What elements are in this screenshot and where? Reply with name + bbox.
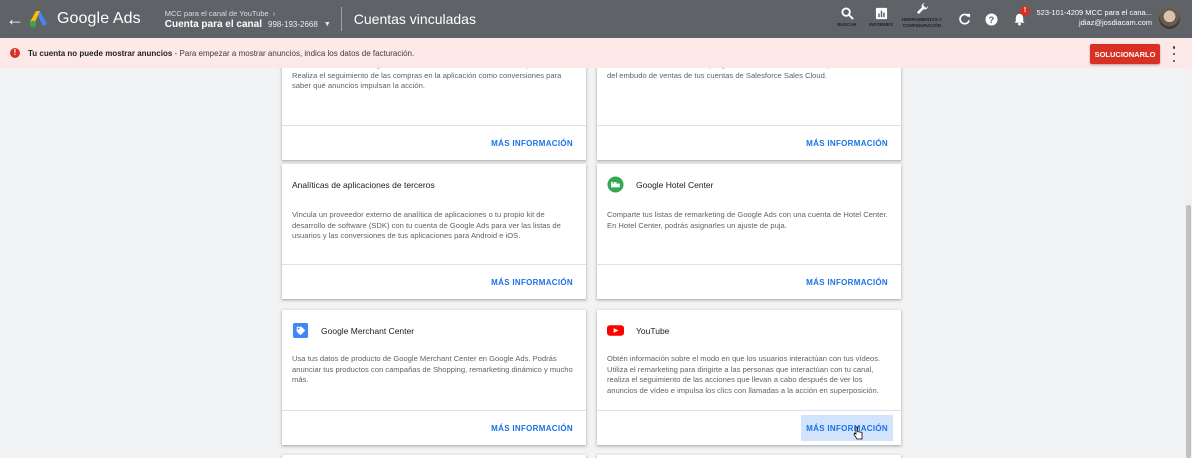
card-title: Google Merchant Center — [321, 325, 415, 336]
billing-alert-banner: ! Tu cuenta no puede mostrar anuncios - … — [0, 38, 1192, 68]
more-info-link[interactable]: MÁS INFORMACIÓN — [486, 269, 578, 295]
account-id: 998-193-2668 — [268, 19, 318, 29]
tools-settings-label: HERRAMIENTAS Y CONFIGURACIÓN — [901, 17, 943, 28]
google-ads-logo-icon — [29, 11, 47, 28]
card-app-analytics: Crea listas de remarketing en función de… — [282, 68, 586, 160]
youtube-icon — [607, 322, 624, 339]
card-description: Usa tus datos de producto de Google Merc… — [292, 354, 573, 385]
banner-message-bold: Tu cuenta no puede mostrar anuncios — [28, 48, 173, 58]
card-description: Obtén información sobre el modo en que l… — [607, 354, 881, 395]
user-account-info[interactable]: 523-101-4209 MCC para el cana... jdiaz@j… — [1030, 8, 1153, 28]
card-description: Comparte tus listas de remarketing de Go… — [607, 210, 888, 230]
banner-message: Tu cuenta no puede mostrar anuncios - Pa… — [28, 49, 414, 58]
toolbar-actions: BUSCAR INFORMES HERRAMIENTAS Y CONFIGURA… — [830, 0, 946, 38]
error-icon: ! — [10, 48, 20, 58]
reports-label: INFORMES — [869, 22, 893, 27]
more-info-link[interactable]: MÁS INFORMACIÓN — [486, 415, 578, 441]
google-ads-logo[interactable]: Google Ads — [29, 10, 141, 28]
search-icon — [840, 7, 854, 20]
card-footer: MÁS INFORMACIÓN — [597, 264, 901, 299]
card-description: Vincula un proveedor externo de analític… — [292, 210, 561, 241]
more-info-link[interactable]: MÁS INFORMACIÓN — [801, 130, 893, 156]
logo-text: Google Ads — [57, 10, 141, 27]
card-description: Mide las conversiones offline que genera… — [607, 68, 889, 80]
card-third-party-app-analytics: Analíticas de aplicaciones de terceros V… — [282, 164, 586, 299]
more-vert-icon[interactable] — [1171, 46, 1177, 62]
more-info-link[interactable]: MÁS INFORMACIÓN — [801, 269, 893, 295]
card-youtube: YouTube Obtén información sobre el modo … — [597, 310, 901, 445]
card-description: Crea listas de remarketing en función de… — [292, 68, 562, 91]
linked-accounts-list[interactable]: Crea listas de remarketing en función de… — [0, 68, 1192, 458]
search-label: BUSCAR — [837, 22, 857, 27]
tools-settings-button[interactable]: HERRAMIENTAS Y CONFIGURACIÓN — [898, 0, 946, 29]
banner-message-text: - Para empezar a mostrar anuncios, indic… — [172, 48, 415, 58]
card-salesforce: Mide las conversiones offline que genera… — [597, 68, 901, 160]
avatar[interactable] — [1159, 8, 1180, 29]
account-switcher[interactable]: MCC para el canal de YouTube › Cuenta pa… — [165, 9, 331, 30]
card-google-merchant-center: Google Merchant Center Usa tus datos de … — [282, 310, 586, 445]
merchant-center-icon — [292, 322, 309, 339]
page-title: Cuentas vinculadas — [353, 11, 476, 27]
more-info-link[interactable]: MÁS INFORMACIÓN — [801, 415, 893, 441]
notification-badge: ! — [1020, 6, 1030, 16]
account-name: Cuenta para el canal — [164, 18, 262, 30]
user-account-line: 523-101-4209 MCC para el cana... — [1036, 8, 1153, 17]
reports-button[interactable]: INFORMES — [864, 0, 898, 28]
chevron-right-icon: › — [272, 8, 276, 18]
card-google-hotel-center: Google Hotel Center Comparte tus listas … — [597, 164, 901, 299]
help-icon: ? — [984, 12, 998, 26]
notifications-button[interactable]: ! — [1011, 6, 1030, 27]
account-parent: MCC para el canal de YouTube — [164, 8, 269, 18]
card-footer: MÁS INFORMACIÓN — [597, 125, 901, 160]
card-footer: MÁS INFORMACIÓN — [282, 410, 586, 445]
card-footer: MÁS INFORMACIÓN — [282, 264, 586, 299]
scrollbar-thumb[interactable] — [1186, 205, 1191, 458]
svg-text:?: ? — [988, 14, 994, 24]
card-footer: MÁS INFORMACIÓN — [282, 125, 586, 160]
search-button[interactable]: BUSCAR — [830, 0, 864, 28]
card-title: YouTube — [636, 325, 670, 336]
refresh-icon — [958, 13, 970, 25]
card-title: Google Hotel Center — [636, 179, 714, 190]
user-email: jdiaz@josdiacam.com — [1078, 18, 1152, 27]
refresh-button[interactable] — [956, 11, 972, 27]
more-info-link[interactable]: MÁS INFORMACIÓN — [486, 130, 578, 156]
help-button[interactable]: ? — [983, 11, 999, 27]
arrow-back-icon[interactable]: ← — [3, 9, 27, 30]
reports-icon — [875, 7, 887, 20]
divider — [340, 7, 342, 31]
dropdown-caret-icon: ▼ — [323, 20, 331, 28]
hand-cursor-icon — [853, 426, 863, 440]
wrench-icon — [916, 2, 928, 15]
card-title: Analíticas de aplicaciones de terceros — [292, 180, 435, 190]
hotel-center-icon — [607, 176, 624, 193]
fix-button[interactable]: SOLUCIONARLO — [1090, 44, 1160, 64]
